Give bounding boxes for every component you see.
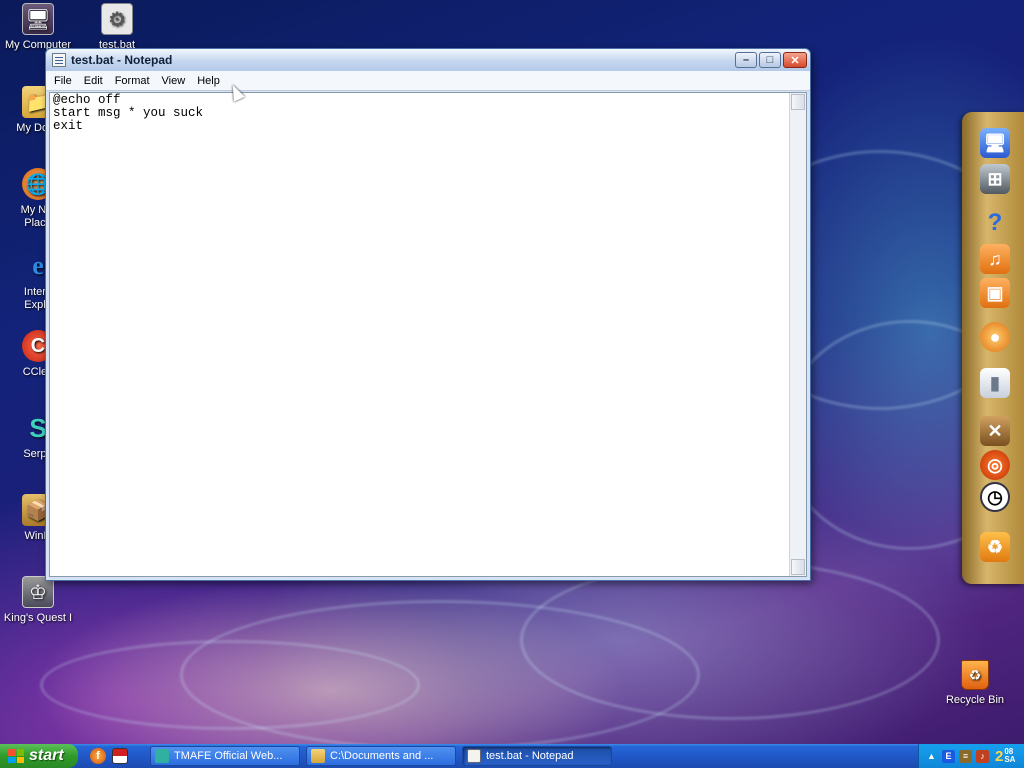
flag-icon[interactable] <box>112 748 128 764</box>
wallpaper-swirl <box>40 640 420 730</box>
recycle-bin-icon: ♻ <box>961 660 989 690</box>
folder-icon <box>311 749 325 763</box>
close-button[interactable]: ✕ <box>783 52 807 68</box>
desktop-icon-label: Recycle Bin <box>945 694 1005 706</box>
start-label: start <box>29 747 64 764</box>
volume-icon[interactable]: ♪ <box>976 749 989 763</box>
taskbar: start f TMAFE Official Web... C:\Documen… <box>0 744 1024 768</box>
menu-bar: File Edit Format View Help <box>46 71 810 91</box>
ipod-icon[interactable]: ▮ <box>980 368 1010 398</box>
notepad-window[interactable]: test.bat - Notepad – □ ✕ File Edit Forma… <box>45 48 811 581</box>
wallpaper-swirl <box>520 560 940 720</box>
desktop-icon-recycle-bin[interactable]: ♻ Recycle Bin <box>940 660 1010 706</box>
notepad-icon <box>52 53 66 67</box>
ubuntu-icon[interactable]: ◎ <box>980 450 1010 480</box>
clock[interactable]: 2 08 SA <box>995 747 1016 765</box>
desktop-icon-test-bat[interactable]: ⚙ test.bat <box>79 3 155 52</box>
task-label: TMAFE Official Web... <box>174 750 283 762</box>
window-title: test.bat - Notepad <box>71 53 173 67</box>
scroll-up-button[interactable] <box>791 94 805 110</box>
firefox-icon[interactable]: f <box>90 748 106 764</box>
title-bar[interactable]: test.bat - Notepad – □ ✕ <box>46 49 810 71</box>
system-tray: ▲ E ≡ ♪ 2 08 SA <box>918 744 1024 768</box>
editor-content[interactable]: @echo off start msg * you suck exit <box>53 94 203 133</box>
clock-minutes: 08 SA <box>1004 747 1016 764</box>
task-label: test.bat - Notepad <box>486 750 574 762</box>
side-dock: 🖥 ⊞ ? ♫ ▣ ● ▮ ✕ ◎ ◷ ♻ <box>962 112 1024 584</box>
desktop-icon-kings-quest[interactable]: ♔ King's Quest I <box>0 576 76 625</box>
desktop-icon-label: King's Quest I <box>3 612 73 624</box>
tools-icon[interactable]: ✕ <box>980 416 1010 446</box>
taskbar-task-active[interactable]: test.bat - Notepad <box>462 746 612 766</box>
window-controls: – □ ✕ <box>735 52 807 68</box>
serpent-icon <box>155 749 169 763</box>
clock-period: SA <box>1004 754 1016 764</box>
media-icon[interactable]: ● <box>980 322 1010 352</box>
clock-hour: 2 <box>995 747 1004 765</box>
my-computer-icon: 🖥 <box>22 3 54 35</box>
recycle-icon[interactable]: ♻ <box>980 532 1010 562</box>
windows-logo-icon <box>8 749 24 763</box>
text-editor[interactable]: @echo off start msg * you suck exit <box>49 92 807 577</box>
quick-launch: f <box>90 748 128 764</box>
start-button[interactable]: start <box>0 744 78 768</box>
taskbar-task[interactable]: TMAFE Official Web... <box>150 746 300 766</box>
notepad-icon <box>467 749 481 763</box>
clock-icon[interactable]: ◷ <box>980 482 1010 512</box>
pictures-folder-icon[interactable]: ▣ <box>980 278 1010 308</box>
menu-view[interactable]: View <box>156 71 192 91</box>
task-label: C:\Documents and ... <box>330 750 434 762</box>
menu-file[interactable]: File <box>48 71 78 91</box>
menu-edit[interactable]: Edit <box>78 71 109 91</box>
vertical-scrollbar[interactable] <box>789 93 806 576</box>
ie-tray-icon[interactable]: E <box>942 749 955 763</box>
menu-help[interactable]: Help <box>191 71 226 91</box>
batch-file-icon: ⚙ <box>101 3 133 35</box>
desktop-icon-my-computer[interactable]: 🖥 My Computer <box>0 3 76 52</box>
computer-icon[interactable]: 🖥 <box>980 128 1010 158</box>
minimize-button[interactable]: – <box>735 52 757 68</box>
network-icon[interactable]: ⊞ <box>980 164 1010 194</box>
taskbar-task[interactable]: C:\Documents and ... <box>306 746 456 766</box>
music-folder-icon[interactable]: ♫ <box>980 244 1010 274</box>
program-tray-icon[interactable]: ≡ <box>959 749 972 763</box>
maximize-button[interactable]: □ <box>759 52 781 68</box>
help-icon[interactable]: ? <box>980 208 1010 238</box>
menu-format[interactable]: Format <box>109 71 156 91</box>
scroll-down-button[interactable] <box>791 559 805 575</box>
eject-icon[interactable]: ▲ <box>925 750 938 763</box>
